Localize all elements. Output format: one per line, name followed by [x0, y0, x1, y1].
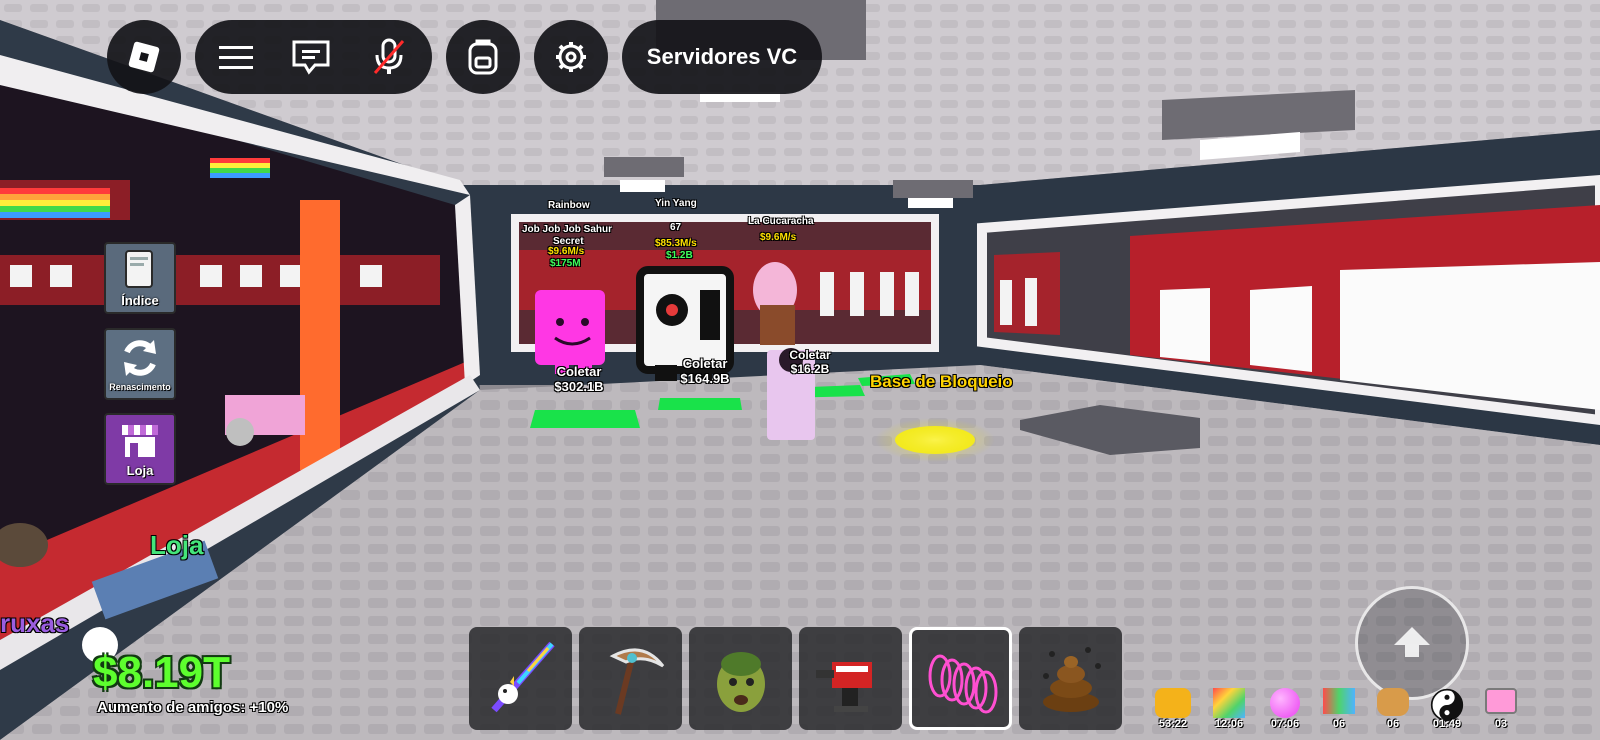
- roblox-logo-icon: [128, 41, 160, 73]
- collect-pad-1[interactable]: Coletar $302.1B: [544, 364, 614, 394]
- buff-timer: 12:06: [1214, 718, 1244, 730]
- buff-timer: 07:06: [1270, 718, 1300, 730]
- buff-5: 06: [1370, 688, 1416, 730]
- brainrot-price-label: $1.2B: [666, 250, 693, 261]
- buff-6: 01:49: [1424, 688, 1470, 730]
- friends-bonus-label: Aumento de amigos: +10%: [97, 699, 289, 716]
- roblox-menu-button[interactable]: [107, 20, 181, 94]
- hotbar-slot-4[interactable]: [799, 627, 902, 730]
- hotbar-slot-1[interactable]: [469, 627, 572, 730]
- shop-icon: [122, 424, 158, 457]
- brainrot-mutation-label: Rainbow: [548, 200, 590, 211]
- yin-yang-icon: [1430, 688, 1464, 722]
- base-lock-label: Base de Bloqueio: [870, 372, 1013, 391]
- collect-value: $16.2B: [790, 362, 830, 376]
- hotbar-slot-5[interactable]: [909, 627, 1012, 730]
- chat-icon: [292, 40, 329, 75]
- pixel-cat-icon: [1323, 688, 1355, 714]
- partial-world-text: ruxas: [0, 608, 70, 638]
- topbar-group: [195, 20, 432, 94]
- collect-label: Coletar: [789, 348, 831, 362]
- refresh-icon: [124, 340, 156, 376]
- buff-7: 03: [1478, 688, 1524, 730]
- brainrot-level-label: 67: [670, 222, 682, 233]
- index-label: Índice: [121, 292, 159, 308]
- buff-2: 12:06: [1206, 688, 1252, 730]
- hotbar-slot-6[interactable]: [1019, 627, 1122, 730]
- mic-toggle-button[interactable]: [350, 20, 428, 94]
- buff-timer: 06: [1386, 718, 1400, 730]
- unicorn-sword-icon: [490, 641, 555, 712]
- vc-servers-label: Servidores VC: [646, 44, 798, 69]
- hotbar-slot-2[interactable]: [579, 627, 682, 730]
- rainbow-box-icon: [1213, 688, 1245, 718]
- buff-3: 07:06: [1262, 688, 1308, 730]
- collect-pad-3[interactable]: Coletar $16.2B: [780, 348, 840, 376]
- brainrot-mutation-label: Yin Yang: [655, 198, 697, 209]
- settings-button[interactable]: [534, 20, 608, 94]
- red-turret-icon: [815, 661, 872, 712]
- collect-value: $164.9B: [680, 371, 730, 386]
- collect-value: $302.1B: [554, 379, 604, 394]
- buff-timer: 01:49: [1432, 718, 1462, 730]
- book-icon: [125, 249, 153, 288]
- vc-servers-button[interactable]: Servidores VC: [622, 20, 822, 94]
- poop-flies-icon: [1042, 646, 1101, 712]
- shop-button[interactable]: Loja: [104, 413, 176, 485]
- brainrot-price-label: $175M: [550, 258, 581, 269]
- brainrot-rate-label: $9.6M/s: [760, 232, 797, 243]
- brainrot-rate-label: $9.6M/s: [548, 246, 585, 257]
- brainrot-name-label: Job Job Job Sahur: [522, 224, 613, 235]
- hamburger-icon: [218, 46, 253, 69]
- hamburger-menu-button[interactable]: [200, 20, 272, 94]
- chat-button[interactable]: [272, 20, 350, 94]
- buff-4: 06: [1316, 688, 1362, 730]
- buff-timer: 03: [1494, 718, 1508, 730]
- rebirth-button[interactable]: Renascimento: [104, 328, 176, 400]
- shop-label: Loja: [126, 462, 154, 478]
- hotbar-slot-3[interactable]: [689, 627, 792, 730]
- pink-coil-icon: [928, 654, 997, 713]
- bread-icon: [1377, 688, 1409, 716]
- brainrot-rate-label: $85.3M/s: [655, 238, 697, 249]
- backpack-icon: [468, 39, 498, 75]
- gear-icon: [556, 42, 586, 72]
- jump-button[interactable]: [1355, 586, 1469, 700]
- rebirth-label: Renascimento: [109, 382, 171, 392]
- buff-timer: 53:22: [1158, 718, 1188, 730]
- jump-arrow-icon: [1394, 627, 1430, 657]
- collect-pad-2[interactable]: Coletar $164.9B: [670, 356, 740, 386]
- index-button[interactable]: Índice: [104, 242, 176, 314]
- zombie-head-icon: [716, 651, 765, 712]
- collect-label: Coletar: [682, 356, 728, 371]
- mic-muted-icon: [373, 38, 404, 74]
- pink-orb-icon: [1270, 688, 1300, 718]
- buff-1: 53:22: [1150, 688, 1196, 730]
- golden-cluster-icon: [1155, 688, 1191, 718]
- collect-label: Coletar: [556, 364, 602, 379]
- nyan-cat-icon: [1485, 688, 1517, 714]
- brainrot-name-label: La Cucaracha: [748, 216, 814, 227]
- buff-timer: 06: [1332, 718, 1346, 730]
- backpack-button[interactable]: [446, 20, 520, 94]
- money-display: $8.19T: [93, 648, 230, 697]
- shop-world-sign: Loja: [150, 530, 204, 560]
- scythe-icon: [609, 647, 664, 715]
